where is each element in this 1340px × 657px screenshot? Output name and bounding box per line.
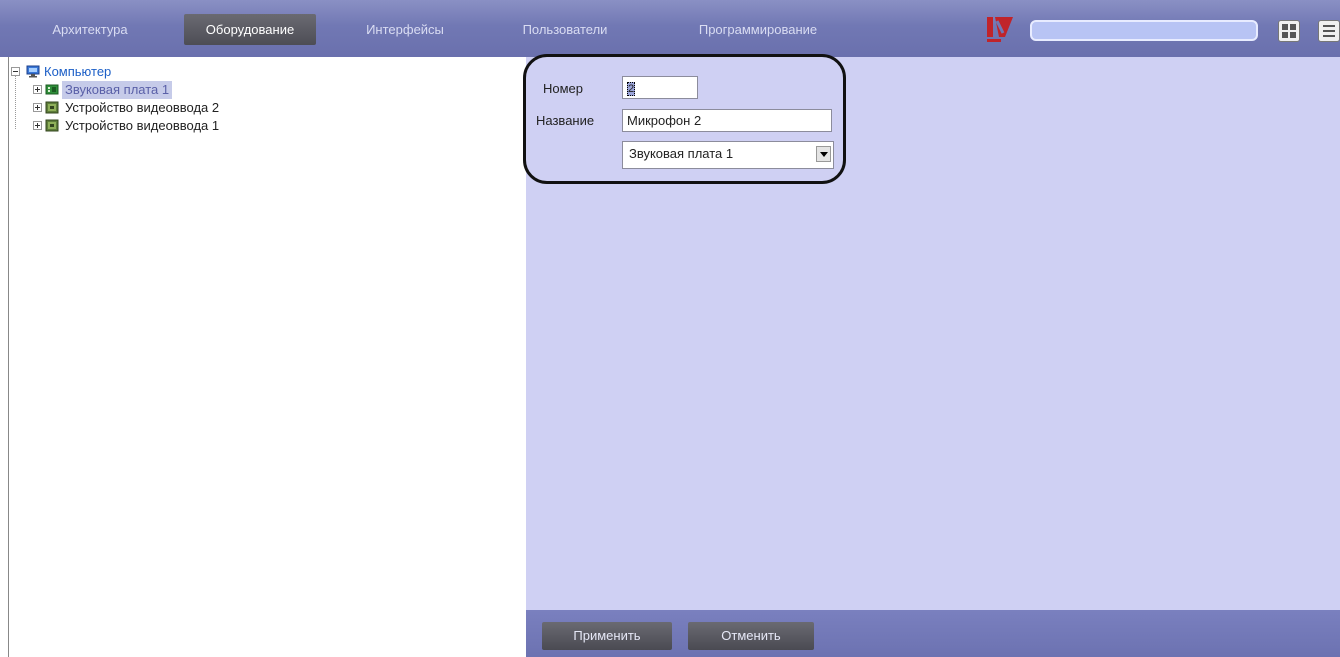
top-tab-bar: Архитектура Оборудование Интерфейсы Поль… xyxy=(0,0,1340,57)
chevron-down-icon[interactable] xyxy=(816,146,831,162)
search-input[interactable] xyxy=(1030,20,1258,41)
device-select-value: Звуковая плата 1 xyxy=(629,146,734,161)
computer-icon xyxy=(26,65,40,78)
grid-icon xyxy=(1282,24,1296,38)
tree-item-label: Звуковая плата 1 xyxy=(62,81,173,99)
expand-icon[interactable] xyxy=(33,85,42,94)
grid-view-button[interactable] xyxy=(1278,20,1300,42)
video-capture-icon xyxy=(45,119,59,132)
name-label: Название xyxy=(536,113,595,128)
itv-logo-icon xyxy=(987,17,1013,42)
tab-interfaces[interactable]: Интерфейсы xyxy=(340,14,470,45)
menu-icon xyxy=(1323,25,1335,37)
properties-panel: Номер 2 Название Микрофон 2 Звуковая пла… xyxy=(526,57,1340,610)
app-window: Архитектура Оборудование Интерфейсы Поль… xyxy=(0,0,1340,657)
tree-item-label: Устройство видеоввода 1 xyxy=(65,118,220,133)
expand-icon[interactable] xyxy=(33,121,42,130)
hardware-tree: Компьютер Звуковая плата 1 Устройство ви… xyxy=(8,57,525,657)
number-label: Номер xyxy=(543,81,584,96)
cancel-button[interactable]: Отменить xyxy=(688,622,814,650)
menu-button[interactable] xyxy=(1318,20,1340,42)
name-field[interactable]: Микрофон 2 xyxy=(622,109,832,132)
tree-item-label: Устройство видеоввода 2 xyxy=(65,100,220,115)
device-select[interactable]: Звуковая плата 1 xyxy=(622,141,834,169)
tab-equipment[interactable]: Оборудование xyxy=(184,14,316,45)
number-value: 2 xyxy=(627,82,635,96)
tree-guide-line xyxy=(15,75,17,129)
sound-card-icon xyxy=(45,84,59,95)
tab-users[interactable]: Пользователи xyxy=(505,14,625,45)
number-field[interactable]: 2 xyxy=(622,76,698,99)
expand-icon[interactable] xyxy=(33,103,42,112)
bottom-button-bar: Применить Отменить xyxy=(526,610,1340,657)
tab-programming[interactable]: Программирование xyxy=(668,14,848,45)
tab-architecture[interactable]: Архитектура xyxy=(20,14,160,45)
apply-button[interactable]: Применить xyxy=(542,622,672,650)
tree-root-label: Компьютер xyxy=(44,64,112,79)
video-capture-icon xyxy=(45,101,59,114)
